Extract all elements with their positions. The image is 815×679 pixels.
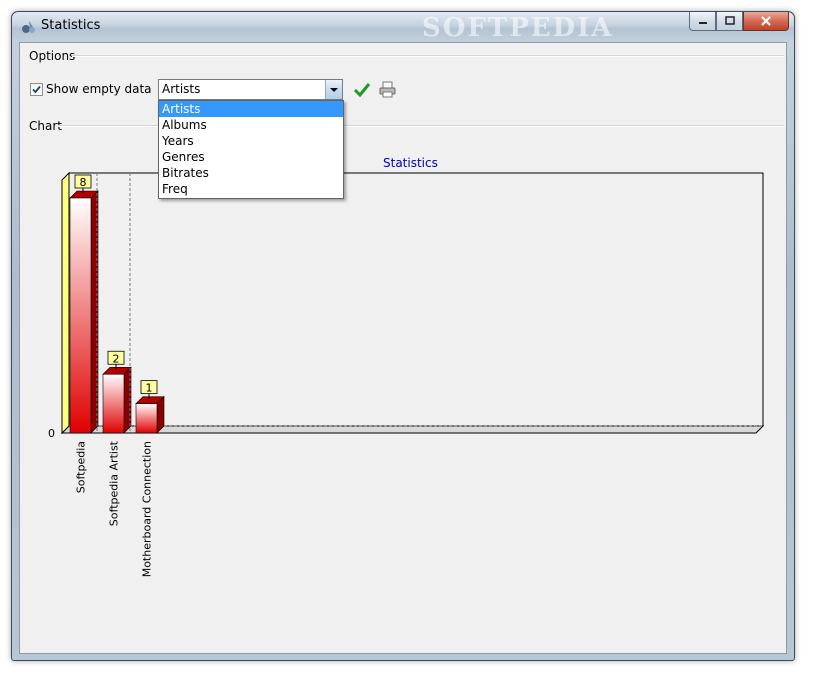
close-button[interactable] <box>743 12 789 31</box>
data-type-dropdown-list[interactable]: Artists Albums Years Genres Bitrates Freq <box>158 100 344 199</box>
dropdown-item-genres[interactable]: Genres <box>159 149 343 165</box>
statistics-window: Statistics SOFTPEDIA Options Show empty … <box>11 11 795 661</box>
client-area: Options Show empty data Artists Chart St… <box>19 42 787 654</box>
bar-side <box>90 190 99 434</box>
dropdown-item-artists[interactable]: Artists <box>159 101 343 117</box>
minimize-button[interactable] <box>689 12 716 31</box>
data-label-value: 1 <box>146 382 153 395</box>
maximize-button[interactable] <box>716 12 743 31</box>
dropdown-item-bitrates[interactable]: Bitrates <box>159 165 343 181</box>
x-tick-label: Softpedia <box>75 441 88 493</box>
dropdown-item-freq[interactable]: Freq <box>159 181 343 197</box>
data-label-value: 8 <box>80 176 87 189</box>
close-icon <box>761 16 771 26</box>
dropdown-item-years[interactable]: Years <box>159 133 343 149</box>
chart-floor <box>60 425 765 434</box>
watermark-logo: SOFTPEDIA <box>422 13 614 43</box>
window-title: Statistics <box>41 18 101 33</box>
data-label-value: 2 <box>113 352 120 365</box>
x-tick-label: Motherboard Connection <box>141 441 154 577</box>
dropdown-item-albums[interactable]: Albums <box>159 117 343 133</box>
y-tick-label: 0 <box>48 427 55 440</box>
bar-chart: 0 8 Softpedia 2 Softpedia Artist 1 Motherboard… <box>48 171 765 577</box>
title-bar[interactable]: Statistics SOFTPEDIA <box>12 12 794 43</box>
app-icon <box>22 21 35 33</box>
minimize-icon <box>698 22 707 24</box>
bar-1 <box>69 197 92 434</box>
maximize-icon <box>724 16 735 25</box>
chart-left-wall <box>61 171 70 435</box>
bar-3 <box>135 403 158 434</box>
plot-frame <box>68 172 764 427</box>
bar-2 <box>102 373 125 434</box>
x-tick-label: Softpedia Artist <box>108 440 121 526</box>
